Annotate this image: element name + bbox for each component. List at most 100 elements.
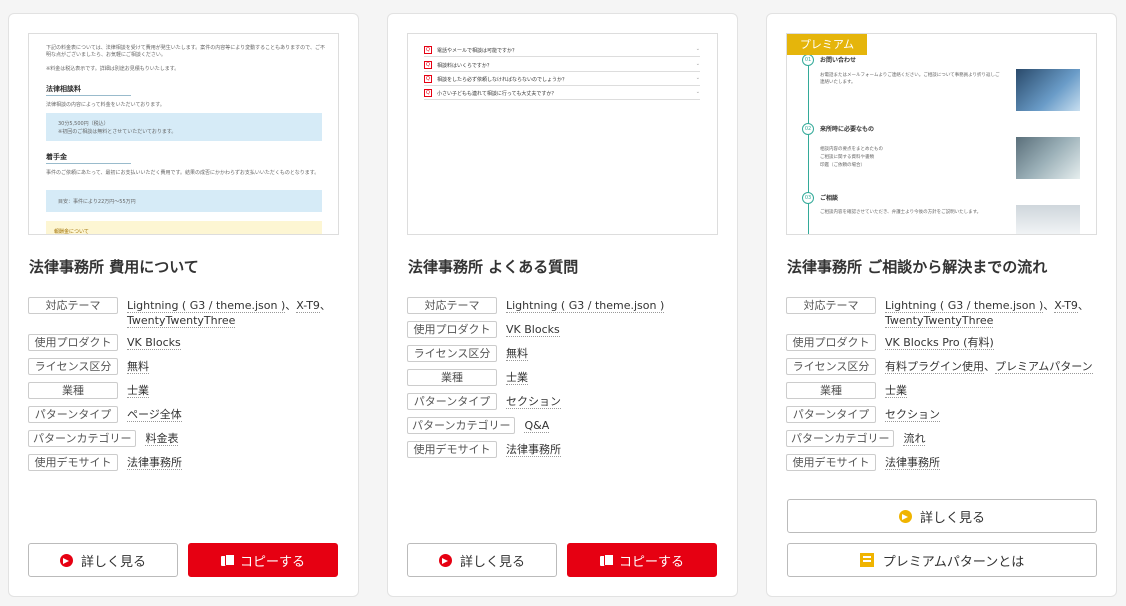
button-label: 詳しく見る — [459, 554, 525, 570]
meta-label: パターンカテゴリー — [407, 417, 516, 434]
meta-row: 使用プロダクト VK Blocks — [28, 334, 348, 352]
meta-value-link[interactable]: Lightning ( G3 / theme.json ) — [127, 299, 286, 313]
meta-value-link[interactable]: VK Blocks Pro (有料) — [885, 336, 994, 350]
thumb-heading: 法律相談料 — [46, 85, 81, 93]
meta-row: パターンカテゴリー Q&A — [407, 417, 727, 435]
view-detail-button[interactable]: 詳しく見る — [787, 499, 1097, 533]
meta-value-link[interactable]: プレミアムパターン — [995, 360, 1093, 374]
pattern-card-faq: Q 電話やメールで相談は可能ですか？ ⌄ Q 相談料はいくらですか？ ⌄ Q 相… — [387, 13, 738, 597]
pattern-meta-list: 対応テーマ Lightning ( G3 / theme.json ) 使用プロダク… — [407, 297, 727, 465]
view-detail-button[interactable]: 詳しく見る — [28, 543, 178, 577]
meta-value-link[interactable]: TwentyTwentyThree — [885, 314, 994, 328]
meta-label: 対応テーマ — [28, 297, 118, 314]
thumb-text: 相談内容の要点をまとめたもの — [820, 147, 883, 152]
meta-values: VK Blocks Pro (有料) — [885, 334, 994, 350]
meta-value-link[interactable]: Q&A — [524, 419, 550, 433]
meta-value-link[interactable]: ページ全体 — [127, 408, 182, 422]
meta-value-link[interactable]: 士業 — [506, 371, 528, 385]
meta-values: Q&A — [524, 417, 550, 433]
copy-button[interactable]: コピーする — [567, 543, 717, 577]
meta-label: パターンタイプ — [407, 393, 497, 410]
meta-value-link[interactable]: 無料 — [506, 347, 528, 361]
meta-value-link[interactable]: X-T9 — [1054, 299, 1078, 313]
meta-values: 法律事務所 — [127, 454, 182, 470]
meta-value-link[interactable]: 法律事務所 — [506, 443, 561, 457]
meta-row: 使用デモサイト 法律事務所 — [28, 454, 348, 472]
meta-value-link[interactable]: Lightning ( G3 / theme.json ) — [885, 299, 1044, 313]
meta-value-link[interactable]: 士業 — [885, 384, 907, 398]
meta-row: 使用デモサイト 法律事務所 — [786, 454, 1106, 472]
meta-values: 無料 — [506, 345, 528, 361]
pattern-thumbnail[interactable]: 下記の料金表については、法律相談を受けて費用が発生いたします。案件の内容等により… — [28, 33, 339, 235]
faq-item: Q 小さい子どもも連れて相談に行っても大丈夫ですか？ ⌄ — [424, 88, 700, 100]
thumb-heading: お問い合わせ — [820, 57, 857, 64]
meta-value-link[interactable]: セクション — [885, 408, 940, 422]
meta-value-link[interactable]: VK Blocks — [506, 323, 560, 337]
thumb-text: 法律相談の内容によって料金をいただいております。 — [46, 102, 165, 108]
faq-question: 電話やメールで相談は可能ですか？ — [437, 48, 518, 54]
thumb-text: 下記の料金表については、法律相談を受けて費用が発生いたします。案件の内容等により… — [46, 45, 325, 58]
thumb-info-box: 目安：事件により22万円〜55万円 — [46, 190, 322, 212]
thumb-heading: 来所時に必要なもの — [820, 126, 875, 133]
meta-value-link[interactable]: 流れ — [903, 432, 926, 446]
thumb-text: 印鑑（ご依頼の場合） — [820, 163, 865, 168]
meta-values: 料金表 — [145, 430, 179, 446]
meta-label: 使用プロダクト — [786, 334, 876, 351]
meta-value-link[interactable]: 法律事務所 — [127, 456, 182, 470]
meta-row: パターンカテゴリー 流れ — [786, 430, 1106, 448]
copy-button[interactable]: コピーする — [188, 543, 338, 577]
faq-question: 小さい子どもも連れて相談に行っても大丈夫ですか？ — [437, 91, 557, 97]
pattern-title: 法律事務所 費用について — [29, 258, 199, 276]
button-label: 詳しく見る — [80, 554, 146, 570]
button-label: 詳しく見る — [919, 510, 985, 526]
pattern-title: 法律事務所 よくある質問 — [408, 258, 579, 276]
view-detail-button[interactable]: 詳しく見る — [407, 543, 557, 577]
meta-values: 士業 — [127, 382, 149, 398]
timeline-line — [808, 60, 809, 234]
faq-question: 相談をしたら必ず依頼しなければならないのでしょうか？ — [437, 77, 568, 83]
meta-label: 使用プロダクト — [28, 334, 118, 351]
pattern-card-flow: 01 お問い合わせ お電話またはメールフォームよりご連絡ください。ご相談について… — [766, 13, 1117, 597]
thumb-heading: 着手金 — [46, 153, 67, 161]
meta-value-link[interactable]: VK Blocks — [127, 336, 181, 350]
meta-value-link[interactable]: 法律事務所 — [885, 456, 940, 470]
phone-photo — [1016, 69, 1080, 111]
meta-label: 使用プロダクト — [407, 321, 497, 338]
meta-value-link[interactable]: 料金表 — [145, 432, 179, 446]
meta-row: 対応テーマ Lightning ( G3 / theme.json ) — [407, 297, 727, 315]
meta-label: 業種 — [786, 382, 876, 399]
meta-values: 士業 — [885, 382, 907, 398]
pattern-card-fees: 下記の料金表については、法律相談を受けて費用が発生いたします。案件の内容等により… — [8, 13, 359, 597]
arrow-right-circle-icon — [438, 553, 452, 567]
pattern-grid: 下記の料金表については、法律相談を受けて費用が発生いたします。案件の内容等により… — [0, 0, 1126, 606]
meta-value-link[interactable]: Lightning ( G3 / theme.json ) — [506, 299, 665, 313]
meta-label: 対応テーマ — [407, 297, 497, 314]
meta-values: 法律事務所 — [885, 454, 940, 470]
thumb-text: ※料金は税込表示です。詳細は別途お見積もりいたします。 — [46, 66, 180, 72]
meta-label: 対応テーマ — [786, 297, 876, 314]
thumb-text: ご相談に関する資料や書類 — [820, 155, 874, 160]
meta-value-link[interactable]: X-T9 — [296, 299, 320, 313]
meta-row: パターンタイプ セクション — [407, 393, 727, 411]
meta-value-link[interactable]: 有料プラグイン使用 — [885, 360, 984, 374]
meta-label: パターンカテゴリー — [28, 430, 137, 447]
chevron-down-icon: ⌄ — [695, 75, 700, 81]
meta-values: 有料プラグイン使用、プレミアムパターン — [885, 360, 1093, 374]
thumb-text: 事件のご依頼にあたって、最初にお支払いいただく費用です。結果の成否にかかわらずお… — [46, 170, 320, 176]
pattern-meta-list: 対応テーマ Lightning ( G3 / theme.json )、X-T9、… — [786, 297, 1106, 478]
meta-value-link[interactable]: 無料 — [127, 360, 149, 374]
q-icon: Q — [424, 46, 432, 54]
thumb-note-box: 報酬金について — [46, 221, 322, 235]
meta-value-link[interactable]: 士業 — [127, 384, 149, 398]
pattern-thumbnail[interactable]: Q 電話やメールで相談は可能ですか？ ⌄ Q 相談料はいくらですか？ ⌄ Q 相… — [407, 33, 718, 235]
thumb-text: 報酬金について — [54, 229, 89, 235]
meta-row: 使用プロダクト VK Blocks Pro (有料) — [786, 334, 1106, 352]
pattern-thumbnail[interactable]: 01 お問い合わせ お電話またはメールフォームよりご連絡ください。ご相談について… — [786, 33, 1097, 235]
premium-pattern-info-button[interactable]: プレミアムパターンとは — [787, 543, 1097, 577]
meta-value-link[interactable]: TwentyTwentyThree — [127, 314, 236, 328]
meta-row: 対応テーマ Lightning ( G3 / theme.json )、X-T9、… — [28, 297, 348, 328]
thumb-text: ご相談内容を確認させていただき、弁護士より今後の方針をご説明いたします。 — [820, 210, 982, 215]
meta-row: 業種 士業 — [28, 382, 348, 400]
meta-label: 使用デモサイト — [407, 441, 497, 458]
meta-value-link[interactable]: セクション — [506, 395, 561, 409]
